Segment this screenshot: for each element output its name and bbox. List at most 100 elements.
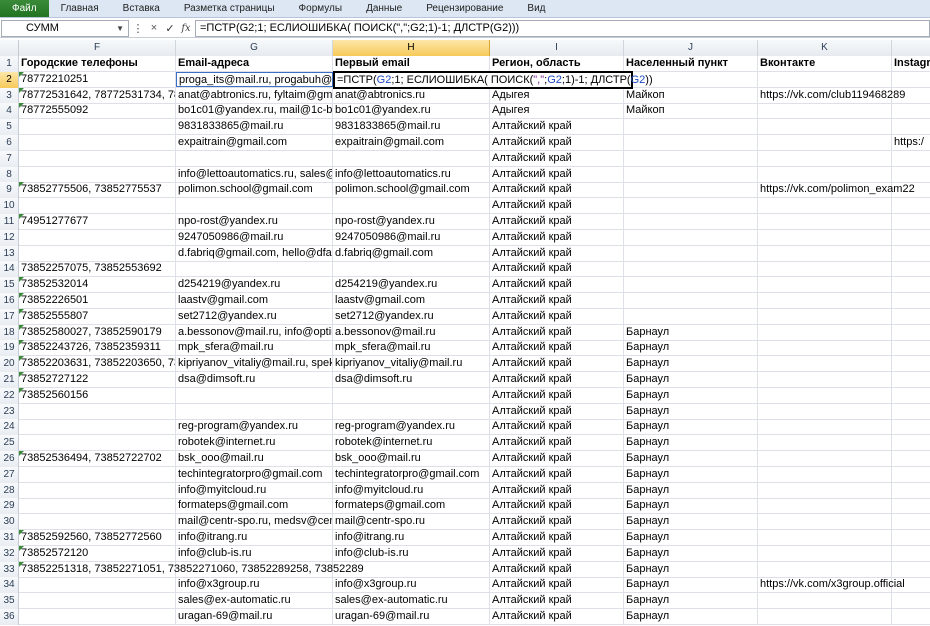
cell-k1[interactable]: Вконтакте [758,56,892,71]
row-header[interactable]: 29 [0,498,19,514]
cell-j27[interactable]: Барнаул [624,467,758,482]
cell-h18[interactable]: a.bessonov@mail.ru [333,325,490,340]
cell-k35[interactable] [758,593,892,608]
cell-j17[interactable] [624,309,758,324]
cell-i21[interactable]: Алтайский край [490,372,624,387]
cell-l27[interactable] [892,467,930,482]
cell-h34[interactable]: info@x3group.ru [333,577,490,592]
cell-g36[interactable]: uragan-69@mail.ru [176,609,333,624]
error-indicator-icon[interactable] [19,88,24,93]
cell-l12[interactable] [892,230,930,245]
cell-j16[interactable] [624,293,758,308]
cell-h31[interactable]: info@itrang.ru [333,530,490,545]
cell-l22[interactable] [892,388,930,403]
cell-h32[interactable]: info@club-is.ru [333,546,490,561]
cell-g16[interactable]: laastv@gmail.com [176,293,333,308]
cell-i18[interactable]: Алтайский край [490,325,624,340]
cell-j3[interactable]: Майкоп [624,88,758,103]
row-header[interactable]: 23 [0,404,19,420]
cell-g13[interactable]: d.fabriq@gmail.com, hello@dfabriq.ru [176,246,333,261]
row-header[interactable]: 7 [0,151,19,167]
cell-l10[interactable] [892,198,930,213]
row-header[interactable]: 18 [0,325,19,341]
cell-f14[interactable]: 73852257075, 73852553692 [19,261,176,276]
row-header[interactable]: 6 [0,135,19,151]
cell-f23[interactable] [19,404,176,419]
row-header[interactable]: 36 [0,609,19,625]
cell-f2[interactable]: 78772210251 [19,72,176,87]
cell-f22[interactable]: 73852560156 [19,388,176,403]
column-header[interactable] [892,40,930,56]
cell-j18[interactable]: Барнаул [624,325,758,340]
cell-h19[interactable]: mpk_sfera@mail.ru [333,340,490,355]
error-indicator-icon[interactable] [19,372,24,377]
ribbon-tab[interactable]: Файл [0,0,49,17]
row-header[interactable]: 28 [0,483,19,499]
row-header[interactable]: 11 [0,214,19,230]
cell-i16[interactable]: Алтайский край [490,293,624,308]
cell-j29[interactable]: Барнаул [624,498,758,513]
error-indicator-icon[interactable] [19,340,24,345]
cell-h10[interactable] [333,198,490,213]
cell-h27[interactable]: techintegratorpro@gmail.com [333,467,490,482]
cell-j30[interactable]: Барнаул [624,514,758,529]
cell-h13[interactable]: d.fabriq@gmail.com [333,246,490,261]
ribbon-tab[interactable]: Вставка [111,0,172,17]
cell-f3[interactable]: 78772531642, 78772531734, 78772531735 [19,88,176,103]
cell-k11[interactable] [758,214,892,229]
row-header[interactable]: 15 [0,277,19,293]
cell-f13[interactable] [19,246,176,261]
row-header[interactable]: 1 [0,56,19,72]
error-indicator-icon[interactable] [19,293,24,298]
cell-f5[interactable] [19,119,176,134]
cell-i24[interactable]: Алтайский край [490,419,624,434]
cell-g19[interactable]: mpk_sfera@mail.ru [176,340,333,355]
cell-g4[interactable]: bo1c01@yandex.ru, mail@1c-bryansk.ru [176,103,333,118]
cell-i30[interactable]: Алтайский край [490,514,624,529]
row-header[interactable]: 19 [0,340,19,356]
cell-l5[interactable] [892,119,930,134]
row-header[interactable]: 16 [0,293,19,309]
cell-k7[interactable] [758,151,892,166]
column-header[interactable]: G [176,40,333,56]
cell-f31[interactable]: 73852592560, 73852772560 [19,530,176,545]
cell-l13[interactable] [892,246,930,261]
cell-g30[interactable]: mail@centr-spo.ru, medsv@centr-spo.ru [176,514,333,529]
chevron-down-icon[interactable]: ▼ [116,24,124,33]
cell-l35[interactable] [892,593,930,608]
cell-k16[interactable] [758,293,892,308]
cell-h12[interactable]: 9247050986@mail.ru [333,230,490,245]
cell-l19[interactable] [892,340,930,355]
cell-i11[interactable]: Алтайский край [490,214,624,229]
insert-function-icon[interactable]: fx [179,21,193,36]
cell-g24[interactable]: reg-program@yandex.ru [176,419,333,434]
cell-g32[interactable]: info@club-is.ru [176,546,333,561]
cell-l33[interactable] [892,562,930,577]
cell-j8[interactable] [624,167,758,182]
column-header[interactable]: K [758,40,892,56]
cell-f30[interactable] [19,514,176,529]
cell-j32[interactable]: Барнаул [624,546,758,561]
cell-f1[interactable]: Городские телефоны [19,56,176,71]
cell-h21[interactable]: dsa@dimsoft.ru [333,372,490,387]
cell-i34[interactable]: Алтайский край [490,577,624,592]
cell-f35[interactable] [19,593,176,608]
cell-g35[interactable]: sales@ex-automatic.ru [176,593,333,608]
formula-input[interactable]: =ПСТР(G2;1; ЕСЛИОШИБКА( ПОИСК(",";G2;1)-… [195,19,930,37]
cell-j7[interactable] [624,151,758,166]
cell-h17[interactable]: set2712@yandex.ru [333,309,490,324]
cell-h16[interactable]: laastv@gmail.com [333,293,490,308]
cell-f21[interactable]: 73852727122 [19,372,176,387]
row-header[interactable]: 30 [0,514,19,530]
row-header[interactable]: 33 [0,562,19,578]
cell-h24[interactable]: reg-program@yandex.ru [333,419,490,434]
cell-j23[interactable]: Барнаул [624,404,758,419]
cell-j31[interactable]: Барнаул [624,530,758,545]
name-box[interactable]: СУММ ▼ [1,19,129,37]
cell-i3[interactable]: Адыгея [490,88,624,103]
cell-l24[interactable] [892,419,930,434]
cell-i20[interactable]: Алтайский край [490,356,624,371]
error-indicator-icon[interactable] [19,72,24,77]
cell-i13[interactable]: Алтайский край [490,246,624,261]
cell-k25[interactable] [758,435,892,450]
